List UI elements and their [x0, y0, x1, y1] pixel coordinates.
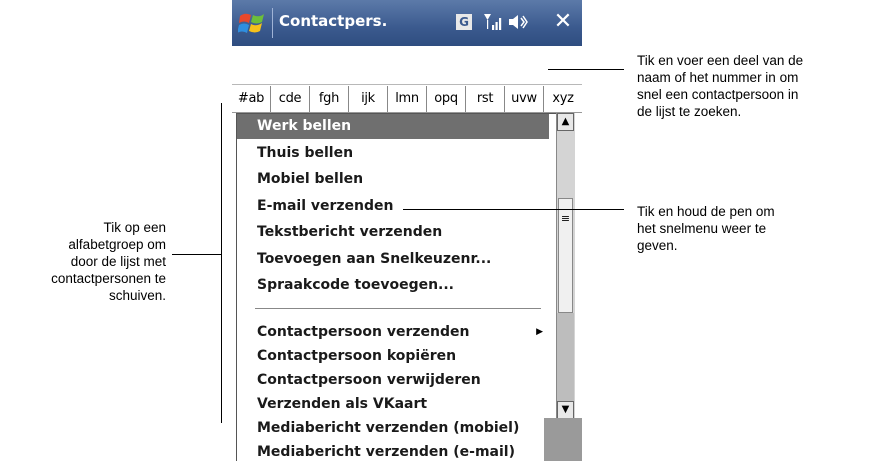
gprs-indicator[interactable]: G — [456, 14, 472, 30]
menu-item-label: Contactpersoon verzenden — [257, 323, 470, 340]
menu-callout-line — [403, 209, 624, 210]
search-input[interactable] — [232, 46, 582, 85]
alpha-callout-bracket — [221, 103, 222, 423]
alpha-callout-line — [172, 254, 221, 255]
search-callout-line — [548, 69, 624, 70]
menu-item[interactable]: Contactpersoon verwijderen — [237, 368, 549, 393]
menu-item[interactable]: Spraakcode toevoegen... — [237, 273, 549, 298]
menu-item[interactable]: Mediabericht verzenden (e-mail) — [237, 440, 549, 461]
menu-item-label: Mediabericht verzenden (e-mail) — [257, 443, 515, 460]
menu-item[interactable]: Contactpersoon verzenden ▶ — [237, 320, 549, 345]
alphabet-tab-ijk[interactable]: ijk — [349, 86, 388, 112]
volume-icon[interactable] — [506, 11, 528, 33]
scrollbar[interactable]: ▲ ≡ ▼ — [556, 113, 575, 461]
alphabet-tab-bar: #ab cde fgh ijk lmn opq rst uvw xyz — [232, 86, 582, 113]
menu-item-label: Verzenden als VKaart — [257, 395, 428, 412]
menu-item-label: Contactpersoon kopiëren — [257, 347, 457, 364]
menu-item[interactable]: Contactpersoon kopiëren — [237, 344, 549, 369]
close-button[interactable]: ✕ — [552, 11, 574, 33]
scroll-track[interactable] — [557, 313, 574, 408]
alphabet-tab-cde[interactable]: cde — [271, 86, 310, 112]
app-title: Contactpers. — [279, 12, 388, 30]
menu-item-label: Mediabericht verzenden (mobiel) — [257, 419, 520, 436]
alphabet-tab-fgh[interactable]: fgh — [310, 86, 349, 112]
menu-item[interactable]: Werk bellen — [237, 114, 549, 139]
submenu-arrow-icon: ▶ — [536, 326, 543, 337]
scroll-up-button[interactable]: ▲ — [557, 113, 574, 131]
title-bar: Contactpers. G ✕ — [232, 0, 582, 46]
alphabet-tab-xyz[interactable]: xyz — [544, 86, 582, 112]
menu-item[interactable]: Mediabericht verzenden (mobiel) — [237, 416, 549, 441]
menu-separator — [255, 307, 541, 309]
alphabet-tab-lmn[interactable]: lmn — [388, 86, 427, 112]
menu-item-label: Contactpersoon verwijderen — [257, 371, 481, 388]
alphabet-tab-numab[interactable]: #ab — [232, 86, 271, 112]
alphabet-tab-opq[interactable]: opq — [427, 86, 466, 112]
search-callout-text: Tik en voer een deel van de naam of het … — [637, 53, 804, 119]
signal-icon[interactable] — [482, 11, 504, 33]
alpha-callout-text: Tik op een alfabetgroep om door de lijst… — [51, 220, 166, 303]
alphabet-tab-rst[interactable]: rst — [466, 86, 505, 112]
menu-item[interactable]: Tekstbericht verzenden — [237, 220, 549, 245]
windows-start-icon[interactable] — [238, 10, 266, 36]
background-panel — [544, 418, 582, 461]
title-separator — [272, 8, 273, 38]
menu-callout-text: Tik en houd de pen om het snelmenu weer … — [637, 204, 775, 253]
menu-item[interactable]: Thuis bellen — [237, 141, 549, 166]
scroll-thumb[interactable]: ≡ — [558, 198, 573, 313]
menu-item[interactable]: Mobiel bellen — [237, 167, 549, 192]
scroll-grip-icon: ≡ — [560, 212, 571, 225]
device-screen: Contactpers. G ✕ #ab cde fgh ijk lmn opq rst uv… — [232, 0, 582, 461]
scroll-down-button[interactable]: ▼ — [557, 401, 574, 419]
menu-item[interactable]: Toevoegen aan Snelkeuzenr... — [237, 247, 549, 272]
alphabet-tab-uvw[interactable]: uvw — [505, 86, 544, 112]
context-menu: Werk bellen Thuis bellen Mobiel bellen E-ma… — [236, 113, 558, 461]
menu-item[interactable]: E-mail verzenden — [237, 194, 549, 219]
menu-item[interactable]: Verzenden als VKaart — [237, 392, 549, 417]
